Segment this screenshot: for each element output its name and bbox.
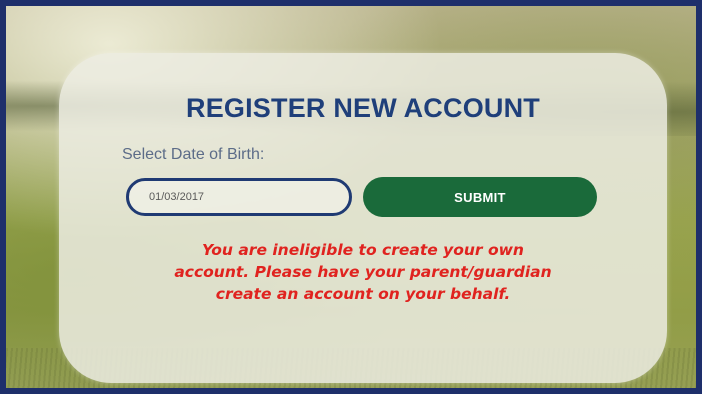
app-frame: REGISTER NEW ACCOUNT Select Date of Birt… [0, 0, 702, 394]
error-line: create an account on your behalf. [215, 285, 511, 303]
page-title: REGISTER NEW ACCOUNT [186, 93, 540, 123]
error-line: You are ineligible to create your own [202, 241, 524, 259]
error-message: You are ineligible to create your own ac… [109, 239, 617, 305]
dob-label: Select Date of Birth: [122, 146, 265, 163]
submit-button[interactable]: SUBMIT [363, 177, 597, 217]
register-card: REGISTER NEW ACCOUNT Select Date of Birt… [59, 53, 667, 383]
error-line: account. Please have your parent/guardia… [174, 263, 552, 281]
dob-input[interactable] [126, 178, 352, 216]
